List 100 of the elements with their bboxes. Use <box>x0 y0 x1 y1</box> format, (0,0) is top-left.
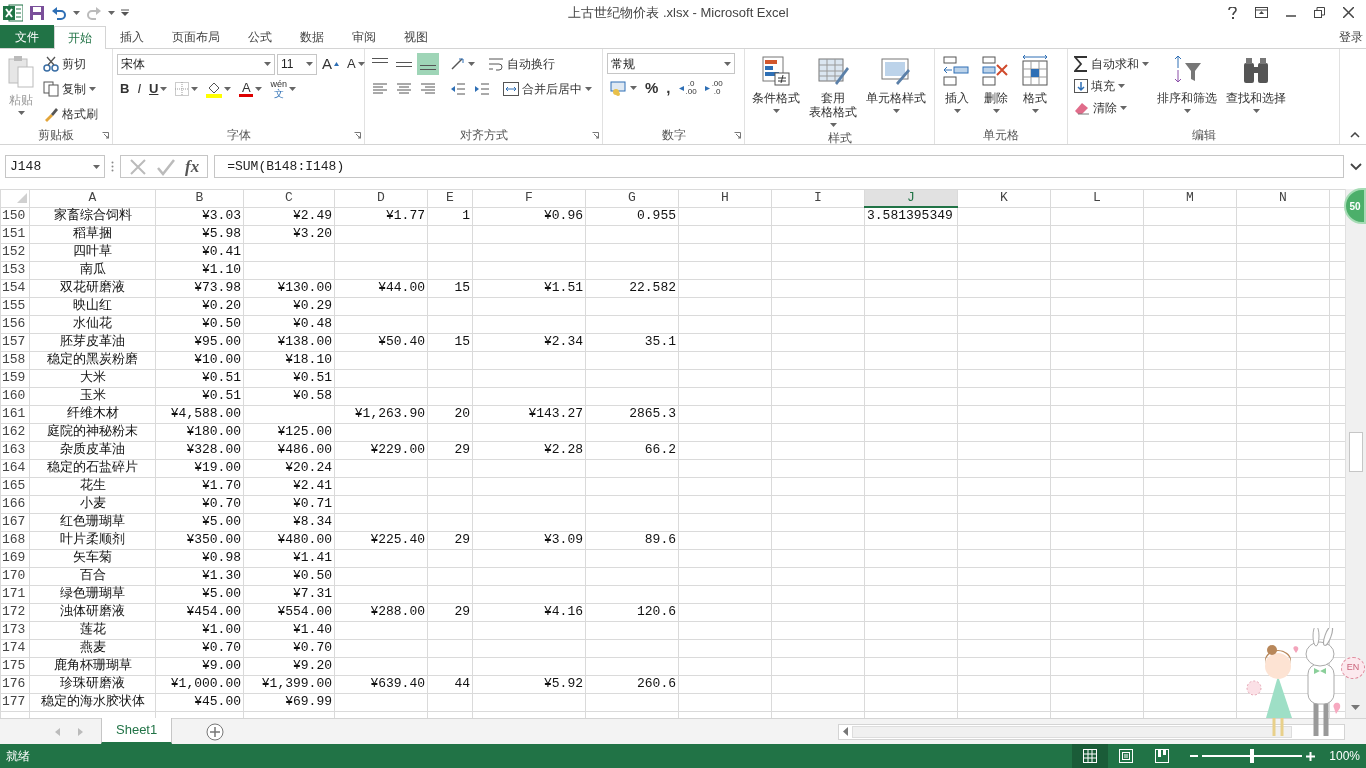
collapse-ribbon-icon[interactable] <box>1350 132 1360 138</box>
save-icon[interactable] <box>29 4 45 21</box>
row-header[interactable]: 155 <box>0 297 30 315</box>
row-header[interactable]: 175 <box>0 657 30 675</box>
scroll-thumb[interactable] <box>852 725 1292 738</box>
column-header[interactable]: H <box>678 189 772 207</box>
grow-font-button[interactable]: A <box>319 53 342 75</box>
ribbon-tab[interactable]: 页面布局 <box>158 25 234 48</box>
column-header[interactable]: D <box>334 189 428 207</box>
row-header[interactable]: 151 <box>0 225 30 243</box>
row-header[interactable]: 171 <box>0 585 30 603</box>
row-header[interactable]: 156 <box>0 315 30 333</box>
merge-center-button[interactable]: 合并后居中 <box>501 78 594 100</box>
row-header[interactable]: 165 <box>0 477 30 495</box>
column-header[interactable]: M <box>1143 189 1237 207</box>
column-header[interactable]: I <box>771 189 865 207</box>
underline-button[interactable]: U <box>146 78 171 100</box>
format-cells-button[interactable]: 格式 <box>1017 53 1053 126</box>
help-icon[interactable] <box>1228 6 1237 19</box>
column-header[interactable]: K <box>957 189 1051 207</box>
ribbon-tab[interactable]: 数据 <box>286 25 338 48</box>
dialog-launcher-icon[interactable] <box>592 132 599 139</box>
row-header[interactable]: 159 <box>0 369 30 387</box>
row-header[interactable]: 172 <box>0 603 30 621</box>
font-size-combo[interactable]: 11 <box>277 53 317 75</box>
shrink-font-button[interactable]: A <box>344 53 368 75</box>
row-header[interactable]: 169 <box>0 549 30 567</box>
dialog-launcher-icon[interactable] <box>734 132 741 139</box>
bold-button[interactable]: B <box>117 78 133 100</box>
copy-button[interactable]: 复制 <box>41 78 100 100</box>
column-header[interactable]: A <box>29 189 156 207</box>
zoom-out-icon[interactable] <box>1190 752 1199 760</box>
cell-styles-button[interactable]: 单元格样式 <box>863 53 929 129</box>
name-box[interactable]: J148 <box>5 155 105 178</box>
row-header[interactable]: 157 <box>0 333 30 351</box>
row-header[interactable]: 164 <box>0 459 30 477</box>
row-header[interactable]: 161 <box>0 405 30 423</box>
sort-filter-button[interactable]: 排序和筛选 <box>1154 53 1220 126</box>
row-header[interactable]: 158 <box>0 351 30 369</box>
fill-button[interactable]: 填充 <box>1072 75 1151 97</box>
cut-button[interactable]: 剪切 <box>41 53 100 75</box>
column-header[interactable]: J <box>864 189 958 207</box>
insert-function-button[interactable]: fx <box>185 153 200 180</box>
increase-decimal-button[interactable]: .0 .00 <box>675 77 700 99</box>
row-header[interactable]: 154 <box>0 279 30 297</box>
row-header[interactable]: 163 <box>0 441 30 459</box>
dialog-launcher-icon[interactable] <box>354 132 361 139</box>
dialog-launcher-icon[interactable] <box>102 132 109 139</box>
scroll-down-icon[interactable] <box>1351 705 1360 710</box>
ribbon-tab[interactable]: 开始 <box>54 26 106 49</box>
column-header[interactable]: F <box>472 189 586 207</box>
percent-button[interactable]: % <box>642 77 662 99</box>
phonetic-button[interactable]: wén 文 <box>267 78 299 100</box>
ribbon-tab[interactable]: 插入 <box>106 25 158 48</box>
column-header[interactable]: L <box>1050 189 1144 207</box>
ribbon-tab[interactable]: 审阅 <box>338 25 390 48</box>
italic-button[interactable]: I <box>134 78 144 100</box>
autosum-button[interactable]: 自动求和 <box>1072 53 1151 75</box>
row-header[interactable]: 176 <box>0 675 30 693</box>
zoom-in-icon[interactable] <box>1306 751 1316 761</box>
number-format-combo[interactable]: 常规 <box>607 53 735 74</box>
expand-formula-icon[interactable] <box>1350 162 1362 171</box>
font-color-button[interactable]: A <box>236 78 266 100</box>
column-header[interactable]: G <box>585 189 679 207</box>
row-header[interactable]: 167 <box>0 513 30 531</box>
table-format-button[interactable]: 套用 表格格式 <box>806 53 860 129</box>
sheet-tab[interactable]: Sheet1 <box>101 718 173 744</box>
close-icon[interactable] <box>1343 7 1354 18</box>
ribbon-tab[interactable]: 公式 <box>234 25 286 48</box>
wrap-text-button[interactable]: 自动换行 <box>486 53 557 75</box>
find-select-button[interactable]: 查找和选择 <box>1223 53 1289 126</box>
decrease-decimal-button[interactable]: .00 .0 <box>701 77 726 99</box>
restore-icon[interactable] <box>1314 7 1325 18</box>
row-header[interactable]: 150 <box>0 207 30 225</box>
new-sheet-icon[interactable] <box>206 722 225 741</box>
zoom-slider-thumb[interactable] <box>1250 749 1255 763</box>
row-header[interactable]: 177 <box>0 693 30 711</box>
ribbon-tab[interactable]: 文件 <box>0 25 54 48</box>
delete-button[interactable]: 删除 <box>978 53 1014 126</box>
row-header[interactable]: 168 <box>0 531 30 549</box>
ribbon-display-icon[interactable] <box>1255 7 1268 18</box>
row-header[interactable]: 166 <box>0 495 30 513</box>
row-header[interactable]: 174 <box>0 639 30 657</box>
row-header[interactable]: 153 <box>0 261 30 279</box>
row-header[interactable]: 170 <box>0 567 30 585</box>
row-header[interactable]: 162 <box>0 423 30 441</box>
formula-field[interactable]: =SUM(B148:I148) <box>214 155 1344 178</box>
conditional-format-button[interactable]: 条件格式 <box>749 53 803 129</box>
row-header[interactable]: 152 <box>0 243 30 261</box>
clear-button[interactable]: 清除 <box>1072 97 1151 119</box>
undo-icon[interactable] <box>51 4 67 21</box>
vertical-align-button[interactable] <box>417 53 439 75</box>
row-header[interactable]: 160 <box>0 387 30 405</box>
zoom-level[interactable]: 100% <box>1329 747 1360 765</box>
customize-icon[interactable] <box>121 8 129 17</box>
insert-button[interactable]: 插入 <box>939 53 975 126</box>
column-header[interactable]: N <box>1236 189 1330 207</box>
comma-button[interactable]: , <box>663 77 674 99</box>
column-header[interactable]: B <box>155 189 244 207</box>
row-header[interactable]: 173 <box>0 621 30 639</box>
